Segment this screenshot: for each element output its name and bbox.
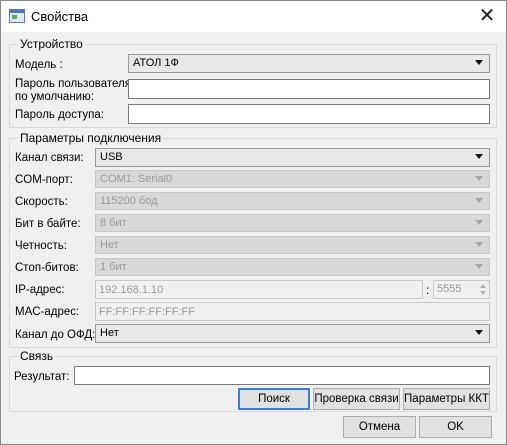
user-password-label-line1: Пароль пользователя	[15, 78, 131, 90]
com-port-combo[interactable]: COM1: Serial0	[95, 170, 490, 188]
chevron-down-icon	[475, 330, 483, 335]
properties-dialog: Свойства ✕ Устройство Модель : АТОЛ 1Ф П…	[0, 0, 507, 445]
window-app-icon	[9, 9, 25, 23]
user-password-field[interactable]	[128, 79, 490, 99]
ip-address-value: 192.168.1.10	[99, 284, 164, 296]
link-group-legend: Связь	[18, 349, 56, 363]
chevron-down-icon	[475, 264, 483, 269]
model-value: АТОЛ 1Ф	[133, 57, 179, 69]
search-button[interactable]: Поиск	[238, 388, 310, 410]
mac-label: MAC-адрес:	[15, 306, 80, 318]
bits-combo[interactable]: 8 бит	[95, 214, 490, 232]
ofd-channel-label: Канал до ОФД:	[15, 329, 96, 341]
close-button[interactable]: ✕	[471, 3, 503, 29]
device-group-legend: Устройство	[18, 37, 85, 51]
parity-combo[interactable]: Нет	[95, 236, 490, 254]
com-port-value: COM1: Serial0	[100, 173, 173, 185]
chevron-down-icon	[475, 242, 483, 247]
title-bar[interactable]: Свойства ✕	[1, 1, 506, 32]
speed-value: 115200 бод	[100, 195, 158, 207]
kkt-params-button[interactable]: Параметры ККТ	[403, 388, 490, 410]
stopbits-combo[interactable]: 1 бит	[95, 258, 490, 276]
parity-label: Четность:	[15, 240, 67, 252]
port-spinbox[interactable]: 5555	[433, 280, 490, 299]
bits-value: 8 бит	[100, 217, 127, 229]
window-title: Свойства	[31, 9, 89, 24]
chevron-down-icon	[475, 176, 483, 181]
model-label: Модель :	[15, 59, 63, 71]
speed-combo[interactable]: 115200 бод	[95, 192, 490, 210]
close-icon: ✕	[478, 5, 496, 27]
chevron-down-icon	[475, 154, 483, 159]
channel-label: Канал связи:	[15, 152, 84, 164]
com-port-label: COM-порт:	[15, 174, 73, 186]
dialog-body: Устройство Модель : АТОЛ 1Ф Пароль польз…	[1, 32, 506, 444]
mac-address-value: FF:FF:FF:FF:FF:FF	[99, 306, 195, 318]
ip-address-field[interactable]: 192.168.1.10	[95, 280, 423, 299]
access-password-label: Пароль доступа:	[15, 109, 104, 121]
ok-button[interactable]: OK	[419, 416, 492, 438]
ofd-channel-value: Нет	[100, 327, 119, 339]
mac-address-field[interactable]: FF:FF:FF:FF:FF:FF	[95, 302, 490, 321]
result-label: Результат:	[14, 371, 70, 383]
chevron-down-icon	[475, 198, 483, 203]
stopbits-label: Стоп-битов:	[15, 262, 79, 274]
port-separator: :	[426, 283, 430, 297]
access-password-field[interactable]	[128, 104, 490, 124]
connection-group-legend: Параметры подключения	[18, 131, 164, 145]
check-connection-button[interactable]: Проверка связи	[313, 388, 400, 410]
model-combo[interactable]: АТОЛ 1Ф	[128, 54, 490, 73]
port-value: 5555	[437, 283, 462, 295]
parity-value: Нет	[100, 239, 119, 251]
result-field[interactable]	[74, 366, 490, 385]
chevron-down-icon	[475, 220, 483, 225]
channel-combo[interactable]: USB	[95, 148, 490, 167]
chevron-down-icon	[475, 60, 483, 65]
bits-label: Бит в байте:	[15, 218, 81, 230]
ofd-channel-combo[interactable]: Нет	[95, 324, 490, 343]
speed-label: Скорость:	[15, 196, 68, 208]
stopbits-value: 1 бит	[100, 261, 127, 273]
user-password-label-line2: по умолчанию:	[15, 91, 94, 103]
cancel-button[interactable]: Отмена	[343, 416, 416, 438]
ip-label: IP-адрес:	[15, 284, 65, 296]
spin-arrows-icon[interactable]	[478, 282, 488, 297]
channel-value: USB	[100, 151, 123, 163]
